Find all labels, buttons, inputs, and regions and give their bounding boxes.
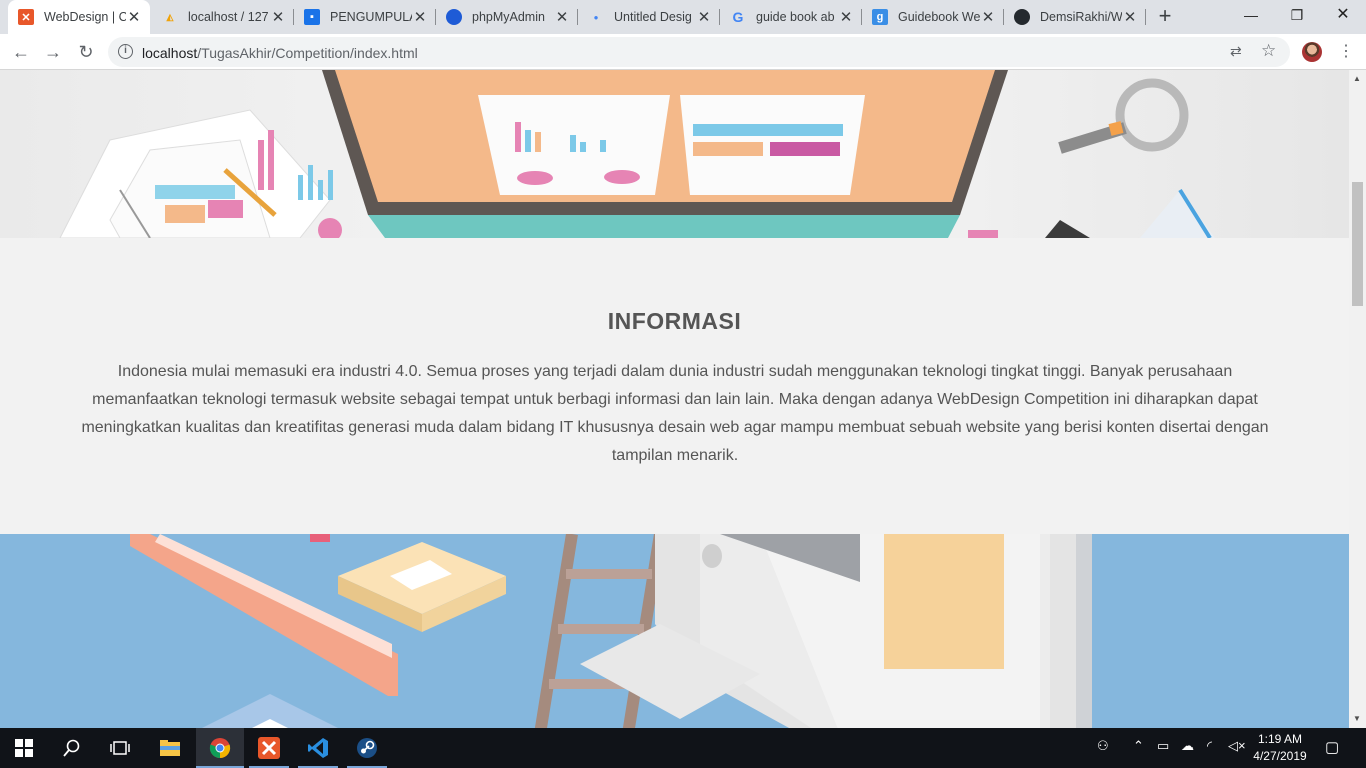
- tab-title: WebDesign | C: [44, 10, 126, 24]
- people-icon[interactable]: ⚇: [1097, 738, 1109, 754]
- tab-title: localhost / 127: [188, 10, 269, 24]
- computer-illustration: [580, 534, 1092, 728]
- minimize-button[interactable]: —: [1228, 0, 1274, 30]
- volume-muted-icon[interactable]: ◁×: [1228, 738, 1246, 754]
- browser-toolbar: ← → ↻ i localhost/TugasAkhir/Competition…: [0, 34, 1366, 70]
- restore-button[interactable]: ❐: [1274, 0, 1320, 30]
- translate-icon[interactable]: ⇄: [1230, 43, 1242, 60]
- vscode-icon: [308, 738, 328, 758]
- search-icon: [63, 739, 80, 757]
- browser-tab-strip: ✕ WebDesign | C ✕ ◭ localhost / 127 ✕ ▪ …: [0, 0, 1366, 34]
- tab-guide-book[interactable]: G guide book ab ✕: [720, 0, 862, 34]
- tab-title: guide book ab: [756, 10, 835, 24]
- dot-icon: ●: [593, 12, 599, 22]
- start-button[interactable]: [0, 728, 48, 768]
- clock-date: 4/27/2019: [1253, 749, 1307, 763]
- back-button[interactable]: ←: [8, 39, 34, 65]
- steam-taskbar-button[interactable]: [343, 728, 391, 768]
- address-bar[interactable]: i localhost/TugasAkhir/Competition/index…: [108, 37, 1290, 67]
- tab-separator: [1145, 9, 1146, 25]
- close-icon[interactable]: ✕: [554, 8, 570, 26]
- tab-localhost[interactable]: ◭ localhost / 127 ✕: [152, 0, 294, 34]
- search-button[interactable]: [48, 728, 96, 768]
- phpmyadmin-icon: ◭: [166, 11, 174, 22]
- profile-avatar[interactable]: [1302, 42, 1322, 62]
- url-path: /TugasAkhir/Competition/index.html: [197, 45, 418, 61]
- xampp-icon: [258, 737, 280, 759]
- page-viewport: INFORMASI Indonesia mulai memasuki era i…: [0, 70, 1349, 728]
- tab-title: Untitled Desig: [614, 10, 692, 24]
- tab-guidebook[interactable]: g Guidebook We ✕: [862, 0, 1004, 34]
- notifications-icon[interactable]: ▢: [1325, 738, 1339, 756]
- isometric-illustration: [130, 534, 1092, 728]
- bookmark-star-icon[interactable]: ☆: [1261, 41, 1276, 61]
- documents-illustration: [59, 109, 342, 238]
- close-icon[interactable]: ✕: [980, 8, 996, 26]
- file-explorer-button[interactable]: [146, 728, 194, 768]
- magnifier-illustration: [1058, 78, 1189, 154]
- hero-illustration-top: [0, 70, 1349, 238]
- tab-title: phpMyAdmin: [472, 10, 545, 24]
- xampp-taskbar-button[interactable]: [245, 728, 293, 768]
- xampp-icon: ✕: [18, 9, 34, 25]
- task-view-button[interactable]: [96, 728, 144, 768]
- classroom-icon: ▪: [304, 9, 320, 25]
- tab-phpmyadmin[interactable]: phpMyAdmin ✕: [436, 0, 578, 34]
- url-text[interactable]: localhost/TugasAkhir/Competition/index.h…: [142, 45, 418, 61]
- vscode-taskbar-button[interactable]: [294, 728, 342, 768]
- section-paragraph: Indonesia mulai memasuki era industri 4.…: [81, 363, 1269, 464]
- window-close-button[interactable]: ✕: [1320, 0, 1366, 30]
- tab-title: DemsiRakhi/W: [1040, 10, 1122, 24]
- onedrive-cloud-icon[interactable]: ☁: [1181, 738, 1194, 754]
- close-icon[interactable]: ✕: [412, 8, 428, 26]
- steam-icon: [357, 738, 377, 758]
- scroll-down-arrow-icon[interactable]: ▼: [1353, 714, 1361, 723]
- desk-illustration: [59, 70, 1215, 238]
- system-clock[interactable]: 1:19 AM 4/27/2019: [1248, 731, 1312, 765]
- battery-icon[interactable]: ▭: [1157, 738, 1169, 754]
- chrome-taskbar-button[interactable]: [196, 728, 244, 768]
- scroll-up-arrow-icon[interactable]: ▲: [1353, 74, 1361, 83]
- close-icon[interactable]: ✕: [838, 8, 854, 26]
- task-view-icon: [110, 741, 130, 755]
- windows-logo-icon: [15, 739, 33, 757]
- close-icon[interactable]: ✕: [1122, 8, 1138, 26]
- github-icon: [1014, 9, 1030, 25]
- tab-webdesign[interactable]: ✕ WebDesign | C ✕: [8, 0, 150, 34]
- info-icon[interactable]: i: [118, 44, 133, 59]
- windows-taskbar: ⚇ ⌃ ▭ ☁ ◜ ◁× 1:19 AM 4/27/2019 ▢: [0, 728, 1366, 768]
- close-icon[interactable]: ✕: [126, 8, 142, 26]
- reload-button[interactable]: ↻: [73, 39, 99, 65]
- google-icon: G: [732, 9, 744, 25]
- envelope-card-illustration: [338, 542, 506, 632]
- hero-illustration-bottom: [0, 534, 1349, 728]
- ruler-illustration: [130, 534, 398, 696]
- scrollbar-thumb[interactable]: [1352, 182, 1363, 306]
- new-tab-button[interactable]: +: [1153, 4, 1177, 28]
- forward-button[interactable]: →: [40, 39, 66, 65]
- chrome-icon: [209, 738, 231, 759]
- informasi-section: INFORMASI Indonesia mulai memasuki era i…: [0, 238, 1349, 534]
- folder-icon: [160, 740, 180, 756]
- tab-github[interactable]: DemsiRakhi/W ✕: [1004, 0, 1146, 34]
- clock-time: 1:19 AM: [1257, 732, 1303, 746]
- g-square-icon: g: [872, 9, 888, 25]
- tab-title: PENGUMPULA: [330, 10, 412, 24]
- tab-untitled-design[interactable]: ● Untitled Desig ✕: [578, 0, 720, 34]
- tab-title: Guidebook We: [898, 10, 980, 24]
- section-title: INFORMASI: [607, 308, 742, 334]
- page-scrollbar[interactable]: ▲ ▼: [1349, 70, 1366, 728]
- ladder-illustration: [534, 534, 666, 728]
- url-host: localhost: [142, 45, 198, 61]
- menu-kebab-icon[interactable]: ⋮: [1336, 39, 1356, 65]
- edge-icon: [446, 9, 462, 25]
- close-icon[interactable]: ✕: [696, 8, 712, 26]
- wifi-icon[interactable]: ◜: [1207, 738, 1212, 754]
- monitor-illustration: [322, 70, 1008, 238]
- tab-pengumpulan[interactable]: ▪ PENGUMPULA ✕: [294, 0, 436, 34]
- chevron-up-icon[interactable]: ⌃: [1133, 738, 1144, 754]
- close-icon[interactable]: ✕: [270, 8, 286, 26]
